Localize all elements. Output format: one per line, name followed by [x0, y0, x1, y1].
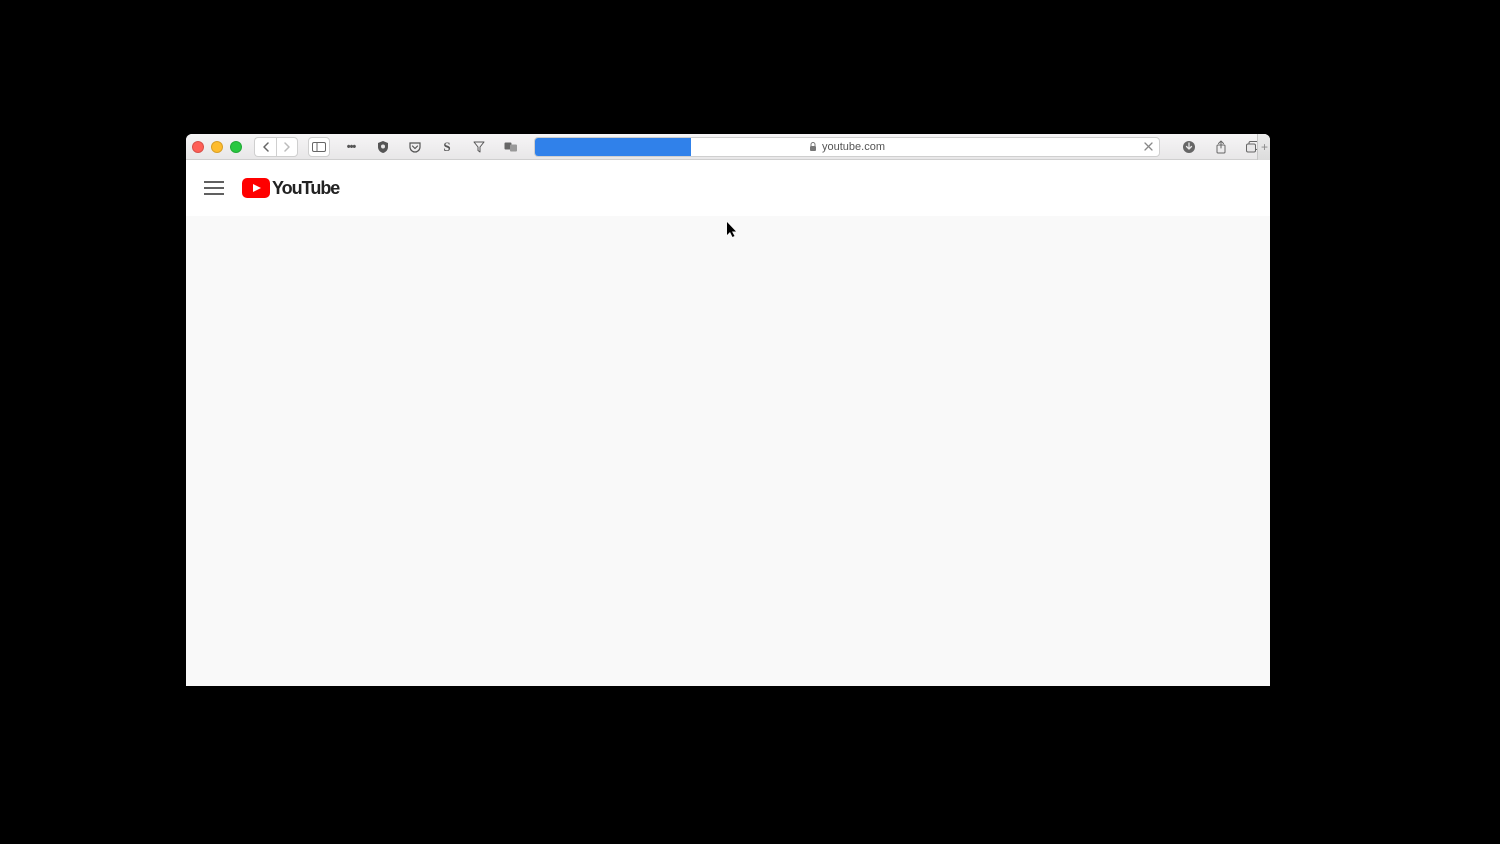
address-bar[interactable]: youtube.com [534, 137, 1160, 157]
youtube-header: YouTube [186, 160, 1270, 216]
youtube-logo-text: YouTube [272, 178, 339, 199]
lock-icon [809, 142, 817, 152]
extension-filter-button[interactable] [468, 137, 490, 157]
chevron-left-icon [262, 142, 270, 152]
download-icon [1182, 140, 1196, 154]
pocket-icon [408, 140, 422, 154]
new-tab-button[interactable]: + [1257, 134, 1270, 160]
browser-window: ••• S youtube.com [186, 134, 1270, 686]
dots-icon: ••• [342, 138, 360, 156]
ublock-extension-button[interactable] [372, 137, 394, 157]
window-controls [192, 141, 242, 153]
chevron-right-icon [283, 142, 291, 152]
page-content-loading [186, 216, 1270, 686]
hamburger-icon [204, 181, 224, 195]
maximize-window-button[interactable] [230, 141, 242, 153]
stop-loading-button[interactable] [1141, 140, 1155, 154]
x-icon [1144, 142, 1153, 151]
close-window-button[interactable] [192, 141, 204, 153]
page-load-progress [535, 138, 691, 156]
forward-button[interactable] [276, 137, 298, 157]
url-text: youtube.com [822, 141, 885, 153]
extensions-group: ••• S [340, 137, 522, 157]
funnel-icon [473, 141, 485, 153]
youtube-play-icon [242, 178, 270, 198]
letter-s-icon: S [438, 138, 456, 156]
extension-s-button[interactable]: S [436, 137, 458, 157]
extension-translate-button[interactable] [500, 137, 522, 157]
shield-icon [376, 140, 390, 154]
sidebar-toggle-button[interactable] [308, 137, 330, 157]
youtube-logo[interactable]: YouTube [242, 178, 339, 199]
onepassword-extension-button[interactable]: ••• [340, 137, 362, 157]
browser-toolbar: ••• S youtube.com [186, 134, 1270, 160]
downloads-button[interactable] [1178, 137, 1200, 157]
toolbar-right-group [1178, 137, 1264, 157]
pocket-extension-button[interactable] [404, 137, 426, 157]
address-bar-container: youtube.com [534, 137, 1160, 157]
guide-menu-button[interactable] [202, 176, 226, 200]
back-button[interactable] [254, 137, 276, 157]
translate-icon [504, 141, 518, 153]
minimize-window-button[interactable] [211, 141, 223, 153]
sidebar-icon [312, 142, 326, 152]
plus-icon: + [1261, 140, 1268, 154]
share-button[interactable] [1210, 137, 1232, 157]
navigation-group [254, 137, 298, 157]
address-content: youtube.com [809, 141, 885, 153]
share-icon [1215, 140, 1227, 154]
